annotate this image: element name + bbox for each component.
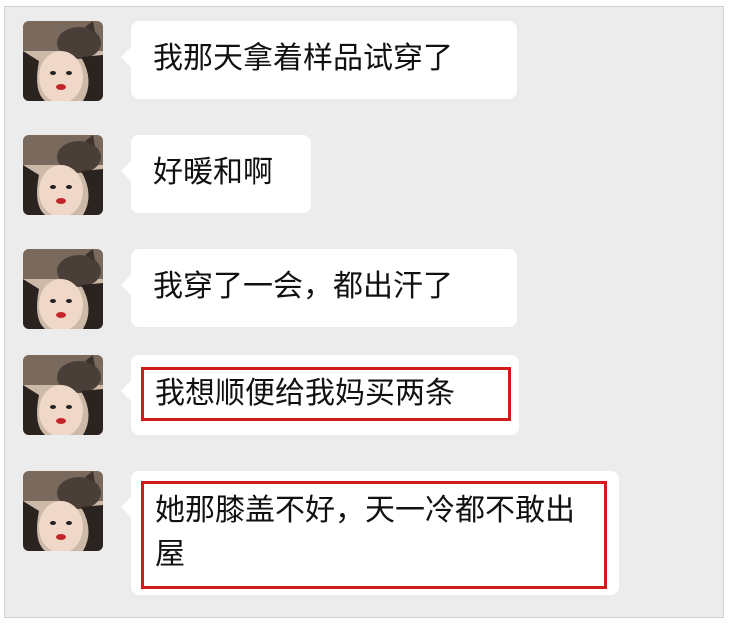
avatar[interactable]	[23, 21, 103, 101]
message-text: 我想顺便给我妈买两条	[155, 376, 455, 411]
message-bubble[interactable]: 我穿了一会，都出汗了	[121, 249, 517, 327]
message-bubble[interactable]: 她那膝盖不好，天一冷都不敢出屋	[121, 471, 619, 595]
message-text: 好暖和啊	[153, 155, 273, 190]
avatar[interactable]	[23, 471, 103, 551]
avatar[interactable]	[23, 249, 103, 329]
avatar[interactable]	[23, 135, 103, 215]
user-avatar-icon	[23, 249, 103, 329]
message-bubble[interactable]: 我想顺便给我妈买两条	[121, 355, 519, 435]
message-text: 我穿了一会，都出汗了	[153, 269, 453, 304]
user-avatar-icon	[23, 135, 103, 215]
message-text: 她那膝盖不好，天一冷都不敢出屋	[155, 493, 575, 572]
message-bubble[interactable]: 好暖和啊	[121, 135, 311, 213]
chat-window: 我那天拿着样品试穿了 好暖和啊 我穿了一会，都出汗了 我想顺便给我妈买两条 她那…	[4, 6, 724, 618]
message-bubble[interactable]: 我那天拿着样品试穿了	[121, 21, 517, 99]
user-avatar-icon	[23, 355, 103, 435]
message-text: 我那天拿着样品试穿了	[153, 41, 453, 76]
user-avatar-icon	[23, 21, 103, 101]
avatar[interactable]	[23, 355, 103, 435]
user-avatar-icon	[23, 471, 103, 551]
